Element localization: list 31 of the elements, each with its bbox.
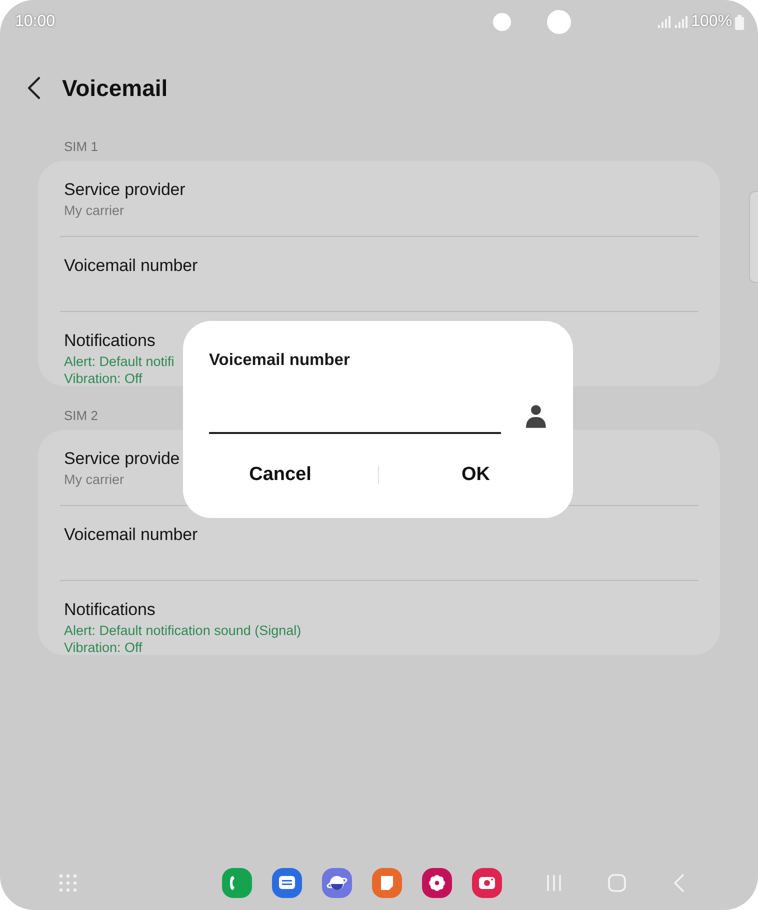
edge-panel-handle[interactable] bbox=[749, 191, 758, 283]
setting-title[interactable]: Voicemail number bbox=[64, 524, 198, 545]
setting-detail: Vibration: Off bbox=[64, 639, 142, 656]
dialog-title: Voicemail number bbox=[209, 351, 351, 370]
signal-icon bbox=[674, 16, 688, 28]
setting-title[interactable]: Service provider bbox=[64, 179, 186, 200]
setting-subtitle: My carrier bbox=[64, 471, 124, 489]
flower-app-icon[interactable] bbox=[422, 868, 452, 898]
camera-cutout bbox=[547, 10, 572, 34]
ok-button[interactable]: OK bbox=[378, 454, 573, 496]
signal-icon bbox=[657, 16, 672, 28]
section-label: SIM 1 bbox=[64, 139, 98, 154]
setting-title[interactable]: Voicemail number bbox=[64, 255, 198, 276]
setting-title[interactable]: Service provide bbox=[64, 448, 180, 469]
messages-app-icon[interactable] bbox=[272, 868, 302, 898]
cancel-button[interactable]: Cancel bbox=[183, 454, 378, 496]
setting-title[interactable]: Notifications bbox=[64, 599, 156, 620]
camera-cutout bbox=[493, 13, 512, 31]
planet-app-icon[interactable] bbox=[322, 868, 352, 898]
camera-app-icon[interactable] bbox=[472, 868, 502, 898]
page-title: Voicemail bbox=[62, 74, 168, 102]
section-label: SIM 2 bbox=[64, 408, 98, 423]
battery-icon bbox=[735, 14, 744, 30]
notes-app-icon[interactable] bbox=[372, 868, 402, 898]
setting-subtitle: My carrier bbox=[64, 202, 124, 220]
phone-app-icon[interactable] bbox=[222, 868, 252, 898]
setting-title[interactable]: Notifications bbox=[64, 330, 156, 351]
contact-icon[interactable] bbox=[525, 404, 547, 428]
setting-detail: Vibration: Off bbox=[64, 370, 142, 387]
setting-detail: Alert: Default notification sound (Signal) bbox=[64, 622, 302, 639]
setting-detail: Alert: Default notifi bbox=[64, 353, 174, 370]
